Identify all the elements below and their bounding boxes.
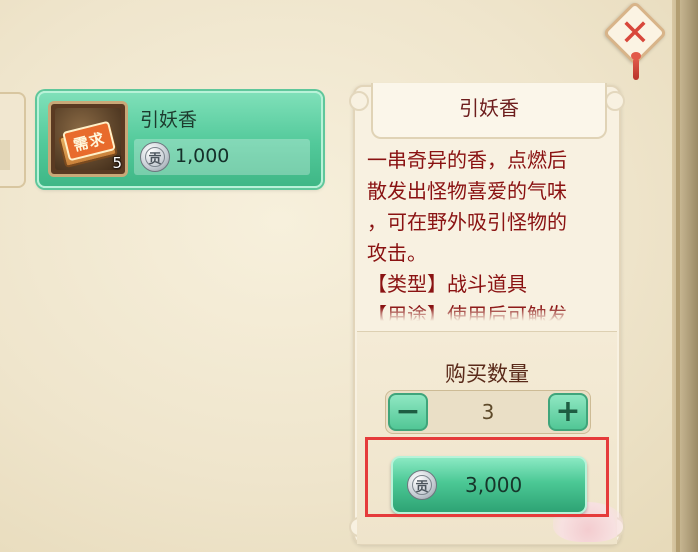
- description-line: 一串奇异的香，点燃后: [367, 148, 567, 172]
- coin-gong-icon: 贡: [140, 142, 170, 172]
- corner-ornament: [349, 91, 369, 111]
- corner-ornament: [605, 91, 625, 111]
- increase-button[interactable]: +: [548, 393, 588, 431]
- item-icon-frame: 需求 5: [48, 101, 128, 177]
- decrease-button[interactable]: −: [388, 393, 428, 431]
- quantity-stepper: − 3 +: [385, 390, 591, 434]
- description-fade: [367, 307, 607, 321]
- item-card-partial[interactable]: [0, 92, 26, 188]
- quantity-label: 购买数量: [445, 362, 529, 386]
- item-name: 引妖香: [140, 109, 198, 131]
- item-description[interactable]: 一串奇异的香，点燃后 散发出怪物喜爱的气味 ，可在野外吸引怪物的 攻击。 【类型…: [367, 145, 607, 321]
- detail-title: 引妖香: [459, 95, 519, 120]
- description-line: 攻击。: [367, 241, 427, 265]
- quantity-value[interactable]: 3: [430, 391, 546, 433]
- description-line: ，可在野外吸引怪物的: [367, 210, 567, 234]
- item-card-selected[interactable]: 需求 5 引妖香 贡 1,000: [37, 91, 323, 188]
- item-count: 5: [112, 154, 122, 172]
- item-price-bar: 贡 1,000: [134, 139, 310, 175]
- window-frame-edge: [672, 0, 698, 552]
- description-line: 散发出怪物喜爱的气味: [367, 179, 567, 203]
- description-line: 【类型】战斗道具: [367, 272, 527, 296]
- item-price: 1,000: [175, 145, 230, 167]
- highlight-box: [365, 437, 609, 517]
- tassel-decoration: [631, 52, 641, 80]
- detail-title-tab: 引妖香: [371, 83, 607, 139]
